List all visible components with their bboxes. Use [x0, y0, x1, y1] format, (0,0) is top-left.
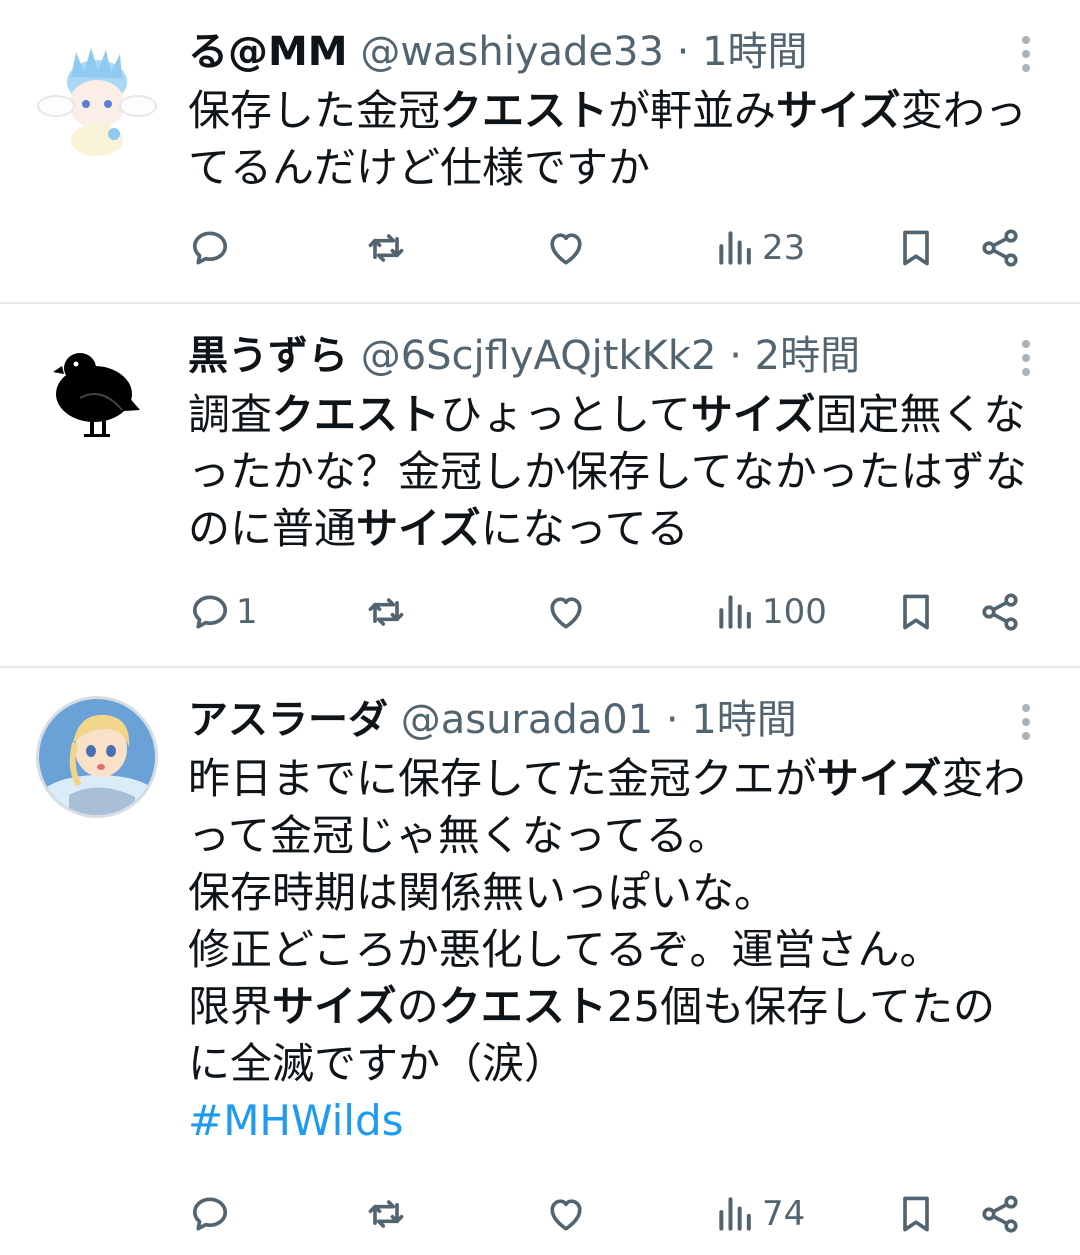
retweet-icon: [364, 226, 408, 270]
bookmark-icon: [894, 1192, 938, 1236]
reply-icon: [188, 1192, 232, 1236]
tweet-text: 昨日までに保存してた金冠クエがサイズ変わって金冠じゃ無くなってる。 保存時期は関…: [188, 750, 1032, 1092]
action-bar: 74: [188, 1184, 1058, 1244]
separator-dot: ·: [729, 333, 742, 379]
heart-icon: [544, 1192, 588, 1236]
bold-keyword: サイズ: [690, 390, 816, 439]
views-icon: [714, 590, 758, 634]
views-count: 23: [762, 228, 806, 268]
bookmark-button[interactable]: [894, 582, 938, 642]
bold-keyword: サイズ: [356, 504, 481, 553]
timestamp[interactable]: 1時間: [691, 697, 796, 743]
tweet-text: 保存した金冠クエストが軒並みサイズ変わってるんだけど仕様ですか: [188, 82, 1032, 196]
more-vertical-icon[interactable]: [1020, 704, 1032, 744]
share-button[interactable]: [978, 218, 1022, 278]
retweet-button[interactable]: [364, 218, 408, 278]
tweet-header: る@MM @washiyade33 · 1時間: [188, 22, 1032, 82]
bookmark-button[interactable]: [894, 218, 938, 278]
heart-icon: [544, 590, 588, 634]
tweet-3[interactable]: アスラーダ @asurada01 · 1時間 昨日までに保存してた金冠クエがサイ…: [0, 668, 1080, 1255]
avatar-3[interactable]: [36, 696, 158, 818]
share-button[interactable]: [978, 582, 1022, 642]
views-button[interactable]: 23: [714, 218, 805, 278]
bold-keyword: サイズ: [816, 754, 942, 803]
views-count: 74: [762, 1194, 806, 1234]
more-vertical-icon[interactable]: [1020, 340, 1032, 380]
bold-keyword: サイズ: [776, 86, 901, 135]
views-button[interactable]: 100: [714, 582, 827, 642]
heart-icon: [544, 226, 588, 270]
retweet-icon: [364, 1192, 408, 1236]
more-vertical-icon[interactable]: [1020, 36, 1032, 76]
like-button[interactable]: [544, 1184, 588, 1244]
share-icon: [978, 590, 1022, 634]
display-name[interactable]: る@MM: [188, 29, 348, 75]
views-button[interactable]: 74: [714, 1184, 805, 1244]
separator-dot: ·: [665, 697, 679, 743]
views-count: 100: [762, 592, 827, 632]
text-segment: 保存した金冠: [188, 86, 441, 135]
avatar-2[interactable]: [36, 324, 158, 446]
retweet-button[interactable]: [364, 582, 408, 642]
bookmark-icon: [894, 226, 938, 270]
action-bar: 1 100: [188, 582, 1058, 642]
reply-count: 1: [236, 592, 258, 632]
bookmark-button[interactable]: [894, 1184, 938, 1244]
user-handle[interactable]: @washiyade33: [360, 29, 664, 75]
text-segment: ひょっとして: [440, 390, 691, 439]
hashtag-link[interactable]: #MHWilds: [188, 1092, 1032, 1149]
separator-dot: ·: [676, 29, 690, 75]
timestamp[interactable]: 1時間: [702, 29, 807, 75]
like-button[interactable]: [544, 582, 588, 642]
bold-keyword: クエスト: [440, 86, 609, 135]
display-name[interactable]: アスラーダ: [188, 697, 388, 743]
bold-keyword: クエスト: [272, 390, 441, 439]
retweet-button[interactable]: [364, 1184, 408, 1244]
share-icon: [978, 1192, 1022, 1236]
reply-button[interactable]: 1: [188, 582, 258, 642]
action-bar: 23: [188, 218, 1058, 278]
reply-icon: [188, 226, 232, 270]
like-button[interactable]: [544, 218, 588, 278]
views-icon: [714, 1192, 758, 1236]
reply-button[interactable]: [188, 218, 236, 278]
tweet-header: 黒うずら @6ScjflyAQjtkKk2 · 2時間: [188, 326, 1032, 386]
display-name[interactable]: 黒うずら: [188, 333, 348, 379]
text-segment: 調査: [188, 390, 273, 439]
reply-button[interactable]: [188, 1184, 236, 1244]
tweet-header: アスラーダ @asurada01 · 1時間: [188, 690, 1032, 750]
share-icon: [978, 226, 1022, 270]
text-segment: の: [396, 982, 439, 1031]
bookmark-icon: [894, 590, 938, 634]
bold-keyword: サイズ: [272, 982, 397, 1031]
retweet-icon: [364, 590, 408, 634]
text-segment: が軒並み: [608, 86, 777, 135]
views-icon: [714, 226, 758, 270]
tweet-text: 調査クエストひょっとしてサイズ固定無くなったかな？金冠しか保存してなかったはずな…: [188, 386, 1032, 557]
avatar-1[interactable]: [36, 42, 158, 164]
timestamp[interactable]: 2時間: [755, 333, 860, 379]
text-segment: になってる: [480, 504, 689, 553]
text-segment: 昨日までに保存してた金冠クエが: [188, 754, 817, 803]
bold-keyword: クエスト: [438, 982, 607, 1031]
reply-icon: [188, 590, 232, 634]
user-handle[interactable]: @6ScjflyAQjtkKk2: [361, 333, 717, 379]
user-handle[interactable]: @asurada01: [401, 697, 653, 743]
share-button[interactable]: [978, 1184, 1022, 1244]
